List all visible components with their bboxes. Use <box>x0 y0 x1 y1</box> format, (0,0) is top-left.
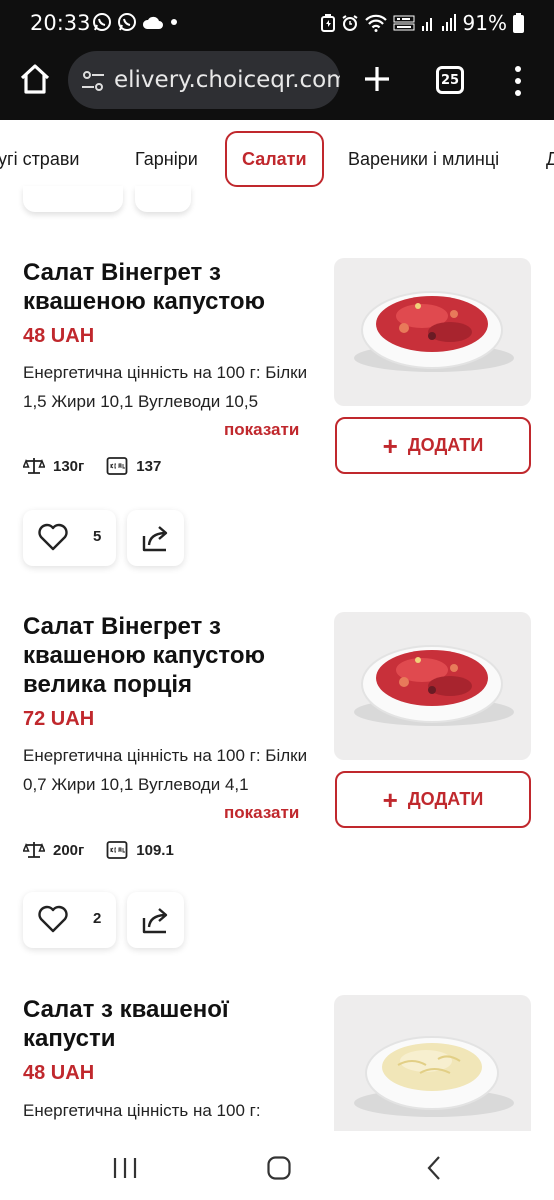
share-icon <box>142 526 168 552</box>
recent-apps-icon[interactable] <box>112 1156 138 1180</box>
address-bar[interactable]: elivery.choiceqr.com <box>68 51 340 109</box>
new-tab-icon[interactable] <box>362 64 392 94</box>
product-price: 72 UAH <box>23 708 95 730</box>
share-button[interactable] <box>127 510 184 566</box>
phone-screen: 20:33 91% elivery.choiceqr.com 25 угі ст… <box>0 0 554 1200</box>
plus-icon: + <box>382 430 398 461</box>
heart-icon <box>38 523 68 551</box>
home-nav-icon[interactable] <box>266 1155 292 1181</box>
kcal-icon <box>106 841 128 859</box>
beet-salad-bowl-icon <box>354 291 514 372</box>
heart-icon <box>38 905 68 933</box>
browser-toolbar: elivery.choiceqr.com 25 <box>0 46 554 120</box>
category-salads[interactable]: Салати <box>225 131 324 187</box>
scale-icon <box>23 458 45 474</box>
status-bar: 20:33 91% <box>0 0 554 46</box>
battery-icon <box>513 13 524 33</box>
like-button[interactable] <box>23 186 123 212</box>
status-time: 20:33 <box>30 11 91 35</box>
add-button-label: ДОДАТИ <box>407 789 484 809</box>
home-icon[interactable] <box>18 62 52 96</box>
category-other-dishes[interactable]: угі страви <box>0 131 79 187</box>
share-button[interactable] <box>135 186 191 212</box>
sauerkraut-bowl-icon <box>354 1036 514 1117</box>
like-count: 5 <box>93 528 102 545</box>
category-dumplings[interactable]: Вареники і млинці <box>348 131 499 187</box>
share-button[interactable] <box>127 892 184 948</box>
product-title: Салат з квашеної капусти <box>23 996 229 1052</box>
product-title: Салат Вінегрет з квашеною капустою <box>23 259 266 315</box>
share-icon <box>142 908 168 934</box>
cloud-icon <box>142 16 163 29</box>
product-kcal: 109.1 <box>136 841 174 859</box>
product-title: Салат Вінегрет з квашеною капустою велик… <box>23 613 266 698</box>
product-meta: 200г 109.1 <box>23 840 174 860</box>
kcal-icon <box>106 457 128 475</box>
dot-icon <box>171 19 177 25</box>
add-to-cart-button[interactable]: + ДОДАТИ <box>335 417 531 474</box>
volte-icon <box>393 15 415 31</box>
alarm-icon <box>341 15 358 31</box>
show-more-link[interactable]: показати <box>224 803 299 823</box>
more-menu-icon[interactable] <box>505 64 531 98</box>
like-count: 2 <box>93 910 102 927</box>
whatsapp-icon <box>118 13 136 31</box>
category-next[interactable]: Д <box>546 131 554 187</box>
url-text: elivery.choiceqr.com <box>114 67 340 93</box>
beet-salad-bowl-icon <box>354 645 514 726</box>
product-image[interactable] <box>334 258 531 406</box>
add-button-label: ДОДАТИ <box>407 435 484 455</box>
product-kcal: 137 <box>136 457 162 475</box>
scale-icon <box>23 842 45 858</box>
notification-icons <box>92 12 179 32</box>
site-settings-icon[interactable] <box>80 68 106 94</box>
product-weight: 200г <box>53 841 85 859</box>
signal-icon <box>441 14 456 31</box>
category-sides[interactable]: Гарніри <box>135 131 198 187</box>
product-meta: 130г 137 <box>23 456 161 476</box>
android-nav-bar <box>0 1131 554 1200</box>
whatsapp-icon <box>93 13 111 31</box>
signal-icon <box>421 18 432 31</box>
status-right-icons: 91% <box>320 11 524 35</box>
product-nutrition: Енергетична цінність на 100 г: <box>23 1101 261 1120</box>
plus-icon: + <box>382 784 398 815</box>
back-icon[interactable] <box>426 1155 442 1181</box>
like-button[interactable]: 5 <box>23 510 116 566</box>
add-to-cart-button[interactable]: + ДОДАТИ <box>335 771 531 828</box>
battery-saver-icon <box>320 14 335 32</box>
product-image[interactable] <box>334 612 531 760</box>
product-image[interactable] <box>334 995 531 1131</box>
product-nutrition: Енергетична цінність на 100 г: Білки 1,5… <box>23 363 308 411</box>
battery-percent: 91% <box>462 11 507 35</box>
product-weight: 130г <box>53 457 85 475</box>
product-price: 48 UAH <box>23 325 95 347</box>
tab-switcher-button[interactable]: 25 <box>436 66 464 94</box>
product-nutrition: Енергетична цінність на 100 г: Білки 0,7… <box>23 746 308 794</box>
wifi-icon <box>364 14 387 32</box>
like-button[interactable]: 2 <box>23 892 116 948</box>
product-price: 48 UAH <box>23 1062 95 1084</box>
show-more-link[interactable]: показати <box>224 420 299 440</box>
